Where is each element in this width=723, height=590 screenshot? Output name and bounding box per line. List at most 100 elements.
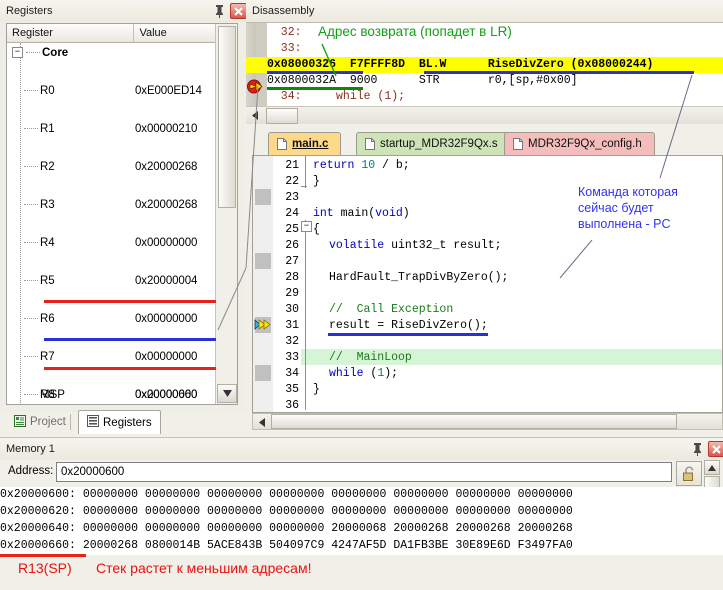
- dock-tab-project[interactable]: Project: [6, 410, 74, 434]
- register-name: R2: [40, 161, 55, 173]
- register-name: MSP: [40, 389, 65, 401]
- disassembly-horizontal-scrollbar[interactable]: [246, 106, 723, 124]
- line-number: 30: [273, 302, 299, 318]
- annotation-stack-note: Стек растет к меньшим адресам!: [96, 560, 311, 576]
- register-name: R0: [40, 85, 55, 97]
- register-value: 0x20000004: [135, 275, 217, 287]
- line-number: 35: [273, 382, 299, 398]
- scroll-left-button[interactable]: [255, 416, 268, 428]
- table-row[interactable]: R0 0xE000ED14: [7, 81, 237, 100]
- editor-marker-bar[interactable]: [253, 156, 273, 412]
- table-row[interactable]: R6 0x00000000: [7, 309, 237, 328]
- address-input[interactable]: 0x20000600: [56, 462, 672, 482]
- line-number: 36: [273, 398, 299, 413]
- scroll-down-button[interactable]: [217, 384, 237, 403]
- current-statement-underline: [328, 333, 488, 336]
- code-line: // Call Exception: [329, 302, 453, 318]
- column-header-register[interactable]: Register: [7, 24, 134, 42]
- dock-tab-registers-label: Registers: [103, 417, 152, 429]
- code-line: while (1);: [329, 366, 398, 382]
- document-icon: [277, 138, 287, 150]
- code-line: }: [313, 382, 320, 398]
- close-icon[interactable]: [708, 441, 723, 457]
- table-row[interactable]: R4 0x00000000: [7, 233, 237, 252]
- disassembly-source-line: 32:: [267, 25, 302, 41]
- memory-title: Memory 1: [6, 443, 55, 455]
- table-row-msp[interactable]: MSP 0x20000660: [7, 385, 217, 404]
- tree-dash: [26, 52, 40, 53]
- address-label: Address:: [8, 465, 53, 477]
- table-row[interactable]: R5 0x20000004: [7, 271, 237, 290]
- code-line: int main(void): [313, 206, 410, 222]
- memory-row[interactable]: 0x20000600: 00000000 00000000 00000000 0…: [0, 487, 573, 503]
- register-name: R1: [40, 123, 55, 135]
- register-name: R5: [40, 275, 55, 287]
- memory-row-sp[interactable]: 0x20000660: 20000268 0800014B 5ACE843B 5…: [0, 538, 573, 554]
- register-name: R4: [40, 237, 55, 249]
- disassembly-address-underline: [267, 71, 363, 74]
- registers-title: Registers: [6, 5, 52, 17]
- disassembly-title: Disassembly: [252, 5, 314, 17]
- sp-underline: [44, 300, 216, 303]
- table-row[interactable]: R7 0x00000000: [7, 347, 237, 366]
- code-fold-guide: [305, 220, 306, 410]
- scrollbar-thumb[interactable]: [271, 414, 677, 429]
- dock-tab-registers[interactable]: Registers: [78, 410, 161, 434]
- code-fold-toggle[interactable]: −: [301, 221, 312, 232]
- tab-label: main.c: [292, 138, 328, 150]
- msp-underline: [44, 367, 216, 370]
- column-header-value[interactable]: Value: [134, 24, 216, 42]
- line-number: 26: [273, 238, 299, 254]
- table-row[interactable]: R2 0x20000268: [7, 157, 237, 176]
- scroll-up-button[interactable]: [704, 460, 720, 475]
- code-line: // MainLoop: [329, 350, 412, 366]
- disassembly-panel: Disassembly 32: 33: 0x08000326 F7FFFF8D …: [246, 0, 723, 128]
- pin-icon[interactable]: [691, 442, 704, 456]
- register-name: R7: [40, 351, 55, 363]
- registers-grid-header: Register Value: [7, 24, 237, 43]
- tab-startup-mdr32f9qx-s[interactable]: startup_MDR32F9Qx.s: [356, 132, 511, 155]
- dock-tab-separator: [70, 414, 71, 430]
- editor-tabstrip: main.c startup_MDR32F9Qx.s MDR32F9Qx_con…: [246, 132, 723, 156]
- tab-main-c[interactable]: main.c: [268, 132, 341, 155]
- memory-row-text: 0x20000660: 20000268 0800014B 5ACE843B 5…: [0, 539, 573, 552]
- editor-line-marker: [255, 189, 271, 205]
- disassembly-next-address-underline: [267, 87, 363, 90]
- line-number: 25: [273, 222, 299, 238]
- code-editor[interactable]: − 21 return 10 / b; 22 } 23 24 int main(…: [252, 155, 723, 413]
- code-line: HardFault_TrapDivByZero();: [329, 270, 508, 286]
- breakpoint-pc-marker-icon[interactable]: [247, 79, 266, 94]
- close-icon[interactable]: [230, 3, 247, 19]
- line-number: 33: [273, 350, 299, 366]
- memory-row[interactable]: 0x20000640: 00000000 00000000 00000000 0…: [0, 521, 573, 537]
- disassembly-body[interactable]: 32: 33: 0x08000326 F7FFFF8D BL.W RiseDiv…: [246, 22, 723, 107]
- pc-underline: [44, 338, 216, 341]
- expander-core[interactable]: −: [12, 47, 23, 58]
- editor-horizontal-scrollbar[interactable]: [252, 413, 723, 430]
- table-row[interactable]: R1 0x00000210: [7, 119, 237, 138]
- memory-titlebar: Memory 1: [0, 437, 723, 460]
- pc-arrow-icon[interactable]: [254, 317, 273, 332]
- memory-rows[interactable]: 0x20000600: 00000000 00000000 00000000 0…: [0, 487, 723, 555]
- disassembly-source-line: 33:: [267, 41, 302, 57]
- scrollbar-thumb[interactable]: [218, 26, 236, 208]
- line-number: 31: [273, 318, 299, 334]
- table-row[interactable]: R3 0x20000268: [7, 195, 237, 214]
- lock-icon[interactable]: [676, 461, 702, 486]
- pin-icon[interactable]: [213, 4, 226, 18]
- table-row-psp[interactable]: PSP 0x00000000: [7, 404, 217, 405]
- registers-grid[interactable]: Register Value − Core R0 0xE000ED14: [6, 23, 238, 405]
- tab-label: MDR32F9Qx_config.h: [528, 138, 642, 150]
- memory-row[interactable]: 0x20000620: 00000000 00000000 00000000 0…: [0, 504, 573, 520]
- line-number: 29: [273, 286, 299, 302]
- scrollbar-thumb[interactable]: [266, 108, 298, 124]
- register-value: 0x00000000: [135, 351, 217, 363]
- tab-mdr32f9qx-config-h[interactable]: MDR32F9Qx_config.h: [504, 132, 655, 155]
- memory-row-text: 0x20000640: 00000000 00000000 00000000 0…: [0, 522, 573, 535]
- scroll-left-button[interactable]: [247, 108, 262, 123]
- registers-vertical-scrollbar[interactable]: [215, 24, 237, 404]
- table-row[interactable]: − Core: [7, 43, 237, 62]
- memory-titlebar-buttons: [691, 441, 723, 457]
- annotation-sp-label: R13(SP): [18, 560, 72, 576]
- code-line-current[interactable]: result = RiseDivZero();: [329, 318, 488, 334]
